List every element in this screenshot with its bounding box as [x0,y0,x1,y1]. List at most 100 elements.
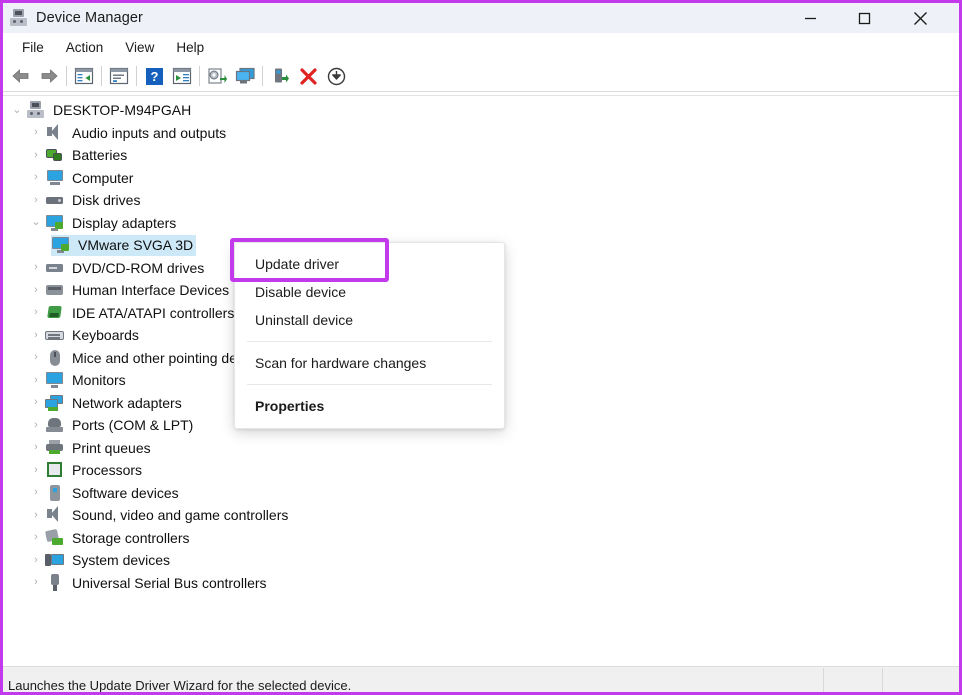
close-button[interactable] [897,3,943,33]
toolbar-separator [199,66,200,86]
tree-item-print-queues[interactable]: › Print queues [3,437,959,460]
tree-item-display-adapters[interactable]: ⌄ Display adapters [3,212,959,235]
tree-item-disk-drives[interactable]: › Disk drives [3,189,959,212]
title-bar: Device Manager [3,3,959,33]
context-menu-separator [247,384,492,385]
context-menu-item-properties[interactable]: Properties [235,392,504,420]
tree-item-universal-serial-bus-controllers[interactable]: › Universal Serial Bus controllers [3,572,959,595]
menu-file[interactable]: File [11,37,55,58]
tree-item-label: Software devices [72,486,179,500]
context-menu-item-scan-for-hardware-changes[interactable]: Scan for hardware changes [235,349,504,377]
tree-item-storage-controllers[interactable]: › Storage controllers [3,527,959,550]
tree-item-label: Storage controllers [72,531,190,545]
tree-item-label: Ports (COM & LPT) [72,418,193,432]
menu-action[interactable]: Action [55,37,115,58]
tree-item-audio-inputs-and-outputs[interactable]: › Audio inputs and outputs [3,122,959,145]
context-menu-item-uninstall-device[interactable]: Uninstall device [235,306,504,334]
chevron-right-icon[interactable]: › [27,397,45,408]
forward-arrow-icon[interactable] [35,63,63,89]
chevron-right-icon[interactable]: › [27,150,45,161]
tree-item-sound-video-and-game-controllers[interactable]: › Sound, video and game controllers [3,504,959,527]
storage-controller-icon [45,529,65,547]
chevron-right-icon[interactable]: › [27,172,45,183]
context-menu-separator [247,341,492,342]
tree-item-label: Display adapters [72,216,176,230]
tree-item-label: Universal Serial Bus controllers [72,576,267,590]
hid-icon [45,281,65,299]
update-driver-icon[interactable] [168,63,196,89]
menu-view[interactable]: View [114,37,165,58]
computer-icon [45,169,65,187]
monitor-icon [45,371,65,389]
toolbar-separator [66,66,67,86]
tree-item-label: Audio inputs and outputs [72,126,226,140]
chevron-right-icon[interactable]: › [27,532,45,543]
status-bar-text: Launches the Update Driver Wizard for th… [3,667,351,693]
tree-item-processors[interactable]: › Processors [3,459,959,482]
chevron-right-icon[interactable]: › [27,127,45,138]
tree-item-label: Monitors [72,373,126,387]
toolbar-separator [136,66,137,86]
tree-item-computer[interactable]: › Computer [3,167,959,190]
chevron-right-icon[interactable]: › [27,195,45,206]
status-bar: Launches the Update Driver Wizard for th… [3,666,959,692]
tree-item-label: IDE ATA/ATAPI controllers [72,306,234,320]
chevron-right-icon[interactable]: › [27,420,45,431]
speaker-icon [45,124,65,142]
chevron-right-icon[interactable]: › [27,285,45,296]
chevron-right-icon[interactable]: › [27,375,45,386]
mouse-icon [45,349,65,367]
chevron-right-icon[interactable]: › [27,442,45,453]
svg-text:?: ? [150,69,158,84]
chevron-right-icon[interactable]: › [27,577,45,588]
dvd-drive-icon [45,259,65,277]
cpu-icon [45,461,65,479]
context-menu-item-disable-device[interactable]: Disable device [235,278,504,306]
chevron-right-icon[interactable]: › [27,262,45,273]
display-devices-icon[interactable] [231,63,259,89]
scan-for-hardware-changes-icon[interactable] [203,63,231,89]
tree-item-batteries[interactable]: › Batteries [3,144,959,167]
printer-icon [45,439,65,457]
tree-item-label: Keyboards [72,328,139,342]
maximize-button[interactable] [841,3,887,33]
tree-item-label: System devices [72,553,170,567]
menu-help[interactable]: Help [165,37,215,58]
tree-item-system-devices[interactable]: › System devices [3,549,959,572]
context-menu-item-update-driver[interactable]: Update driver [235,250,504,278]
tree-item-label: DESKTOP-M94PGAH [53,103,191,117]
back-arrow-icon[interactable] [7,63,35,89]
network-adapter-icon [45,394,65,412]
tree-item-label: Batteries [72,148,127,162]
keyboard-icon [45,326,65,344]
toolbar: ? [3,61,959,92]
status-bar-divider [882,668,883,692]
chevron-down-icon[interactable]: ⌄ [27,217,45,228]
download-icon[interactable] [322,63,350,89]
chevron-right-icon[interactable]: › [27,555,45,566]
battery-icon [45,146,65,164]
menu-bar: File Action View Help [3,33,959,61]
chevron-down-icon[interactable]: ⌄ [8,105,26,116]
chevron-right-icon[interactable]: › [27,330,45,341]
enable-device-icon[interactable] [266,63,294,89]
chevron-right-icon[interactable]: › [27,465,45,476]
minimize-button[interactable] [787,3,833,33]
display-adapter-icon [51,236,71,254]
chevron-right-icon[interactable]: › [27,510,45,521]
tree-item-root[interactable]: ⌄ DESKTOP-M94PGAH [3,99,959,122]
chevron-right-icon[interactable]: › [27,307,45,318]
window-title: Device Manager [36,10,143,26]
tree-item-label: Human Interface Devices [72,283,229,297]
show-hide-console-tree-icon[interactable] [70,63,98,89]
tree-item-label: Network adapters [72,396,182,410]
properties-icon[interactable] [105,63,133,89]
uninstall-device-icon[interactable] [294,63,322,89]
tree-item-label: Disk drives [72,193,140,207]
chevron-right-icon[interactable]: › [27,487,45,498]
tree-item-software-devices[interactable]: › Software devices [3,482,959,505]
status-bar-divider [823,668,824,692]
chevron-right-icon[interactable]: › [27,352,45,363]
help-icon[interactable]: ? [140,63,168,89]
computer-root-icon [26,101,46,119]
